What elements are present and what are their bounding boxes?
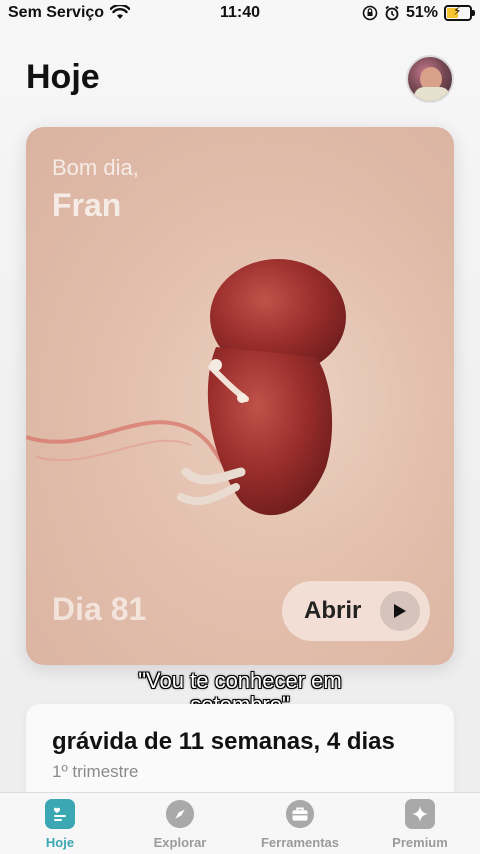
sparkle-icon [405,799,435,829]
tab-ferramentas[interactable]: Ferramentas [240,793,360,854]
tab-label: Premium [392,835,448,850]
tab-label: Ferramentas [260,835,340,850]
day-counter: Dia 81 [52,591,147,627]
open-button[interactable]: Abrir [282,581,430,641]
open-button-label: Abrir [304,597,362,624]
alarm-icon [385,5,399,21]
trimester-label: 1º trimestre [52,762,139,781]
avatar[interactable] [406,55,454,103]
tab-label: Explorar [153,835,207,850]
tab-bar: Hoje Explorar Ferramentas Premium [0,792,480,854]
battery-icon: ⚡ [444,4,475,21]
page-title: Hoje [26,58,100,96]
today-hero-card[interactable]: Bom dia, Fran Dia 81 Abrir [26,127,454,665]
caption-line-1: "Vou te conhecer em [138,668,342,693]
battery-percent: 51% [405,4,438,21]
pregnancy-week-title: grávida de 11 semanas, 4 dias [52,728,395,755]
tab-premium[interactable]: Premium [360,793,480,854]
compass-icon [165,799,195,829]
today-icon [45,799,75,829]
orientation-lock-icon [362,5,378,21]
tab-label: Hoje [45,835,75,850]
briefcase-icon [285,799,315,829]
status-bar: Sem Serviço 11:40 51% ⚡ [0,0,480,28]
user-name: Fran [52,187,122,223]
greeting: Bom dia, [52,155,139,180]
status-right-group: 51% ⚡ [362,4,475,22]
play-icon [380,591,420,631]
tab-hoje[interactable]: Hoje [0,793,120,854]
tab-explorar[interactable]: Explorar [120,793,240,854]
